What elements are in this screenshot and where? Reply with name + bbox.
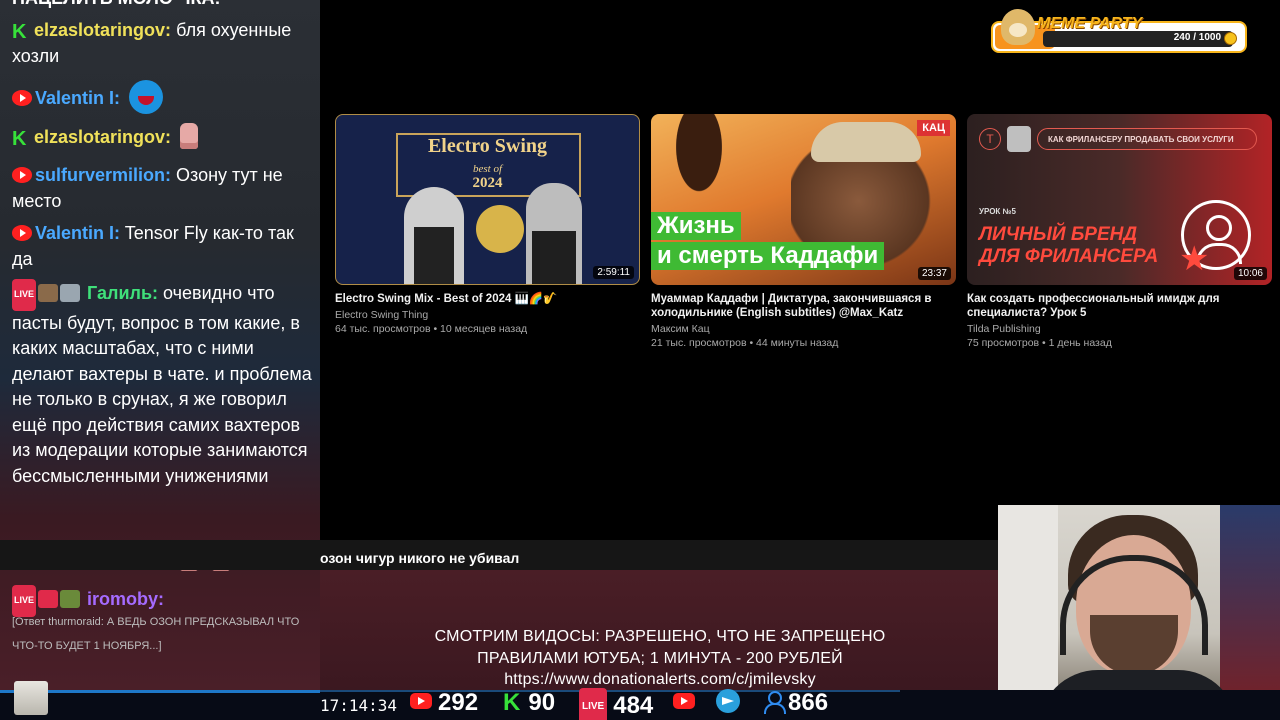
video-channel[interactable]: Tilda Publishing: [967, 323, 1272, 335]
kick-viewer-count: K 90: [503, 688, 555, 718]
youtube-viewers: 292: [438, 689, 479, 716]
video-card[interactable]: Electro Swing best of 2024 2:59:11 Elect…: [335, 114, 640, 335]
chat-username: elzaslotaringov: [34, 20, 166, 40]
thumb-subtitle: best of: [472, 163, 503, 175]
webcam-background: [1220, 505, 1280, 720]
ticker-text: озон чигур никого не убивал: [320, 550, 520, 566]
palm-tree-graphic: [659, 114, 739, 224]
thumb-year: 2024: [472, 175, 503, 191]
badge-icon: [38, 284, 59, 302]
blue-monster-emote-icon: [129, 80, 164, 114]
video-duration: 23:37: [917, 267, 951, 280]
vk-viewer-count: LIVE 484: [579, 688, 653, 720]
thumb-figure: [404, 187, 464, 284]
kick-icon: K: [12, 128, 27, 150]
youtube-icon: [12, 167, 32, 183]
tilda-logo-icon: T: [979, 128, 1001, 150]
gramophone-icon: [476, 205, 524, 253]
chat-reply-quote: [Ответ thurmoraid: А ВЕДЬ ОЗОН ПРЕДСКАЗЫ…: [12, 616, 300, 652]
donation-link: https://www.donationalerts.com/c/jmilevs…: [504, 671, 816, 688]
star-icon: ★: [1179, 240, 1210, 278]
thumb-headline-line: ДЛЯ ФРИЛАНСЕРА: [979, 246, 1159, 267]
meme-party-title: MEME PARTY: [1037, 15, 1143, 32]
pink-pig-emote-icon: [180, 123, 199, 149]
youtube-viewer-count: 292: [410, 688, 478, 718]
kick-icon: K: [12, 21, 27, 43]
badge-icon: [38, 590, 59, 608]
meme-party-progress: 240 / 1000: [1173, 32, 1221, 43]
video-channel[interactable]: Electro Swing Thing: [335, 309, 640, 321]
thumb-banner: и смерть Каддафи: [651, 242, 885, 270]
video-meta: 75 просмотров • 1 день назад: [967, 337, 1112, 349]
chat-username: Valentin I: [35, 88, 115, 108]
thumb-figure: [526, 183, 582, 284]
meme-party-widget: MEME PARTY 240 / 1000: [991, 9, 1247, 53]
badge-icon: [60, 590, 81, 608]
user-icon: [764, 690, 786, 714]
chat-username: elzaslotaringov: [34, 127, 166, 147]
video-meta: 64 тыс. просмотров • 10 месяцев назад: [335, 323, 528, 335]
chat-message: Valentin I: Tensor Fly как-то так да: [12, 223, 294, 269]
video-card[interactable]: КАЦ Жизнь и смерть Каддафи 23:37 Муаммар…: [651, 114, 956, 349]
video-title[interactable]: Как создать профессиональный имидж для с…: [967, 292, 1272, 320]
announcement-line: ПРАВИЛАМИ ЮТУБА; 1 МИНУТА - 200 РУБЛЕЙ: [477, 650, 843, 667]
video-duration: 2:59:11: [593, 266, 634, 279]
chat-username: Галиль: [87, 283, 153, 303]
chat-message: Kelzaslotaringov: бля охуенные хозли: [12, 20, 292, 66]
cat-emote-icon: [14, 681, 48, 715]
video-card[interactable]: T КАК ФРИЛАНСЕРУ ПРОДАВАТЬ СВОИ УСЛУГИ У…: [967, 114, 1272, 349]
video-thumbnail[interactable]: T КАК ФРИЛАНСЕРУ ПРОДАВАТЬ СВОИ УСЛУГИ У…: [967, 114, 1272, 285]
chat-username: sulfurvermilion: [35, 165, 166, 185]
video-title[interactable]: Electro Swing Mix - Best of 2024 🎹🌈🎷: [335, 292, 640, 306]
youtube-shorts-indicator: [673, 688, 701, 718]
announcement-line: СМОТРИМ ВИДОСЫ: РАЗРЕШЕНО, ЧТО НЕ ЗАПРЕЩ…: [434, 628, 886, 645]
video-meta: 21 тыс. просмотров • 44 минуты назад: [651, 337, 839, 349]
chat-panel: НАЦЕЛИТЬ МОЛО ЧКА! Kelzaslotaringov: бля…: [0, 0, 320, 690]
chat-message: Valentin I:: [12, 80, 312, 114]
video-duration: 10:06: [1233, 267, 1267, 280]
video-thumbnail[interactable]: Electro Swing best of 2024 2:59:11: [335, 114, 640, 285]
video-thumbnail[interactable]: КАЦ Жизнь и смерть Каддафи 23:37: [651, 114, 956, 285]
chat-message: LIVE Галиль: очевидно что пасты будут, в…: [12, 279, 312, 489]
vk-live-icon: LIVE: [12, 279, 37, 311]
thumb-tag: КАЦ: [917, 120, 950, 136]
total-viewers: 866: [788, 689, 829, 716]
doge-icon: [1001, 9, 1035, 45]
coin-icon: [1224, 32, 1237, 45]
chat-text: очевидно что пасты будут, вопрос в том к…: [12, 283, 312, 486]
video-channel[interactable]: Максим Кац: [651, 323, 956, 335]
vk-viewers: 484: [613, 692, 654, 719]
kick-viewers: 90: [528, 689, 556, 716]
thumb-hat: [811, 122, 921, 162]
youtube-icon: [12, 225, 32, 241]
chat-cut-message: НАЦЕЛИТЬ МОЛО ЧКА!: [12, 0, 220, 9]
thumb-pill: КАК ФРИЛАНСЕРУ ПРОДАВАТЬ СВОИ УСЛУГИ: [1037, 128, 1257, 150]
video-title[interactable]: Муаммар Каддафи | Диктатура, закончившая…: [651, 292, 956, 320]
stream-clock: 17:14:34: [320, 696, 398, 715]
total-viewer-count: 866: [764, 688, 828, 718]
thumb-banner: Жизнь: [651, 212, 741, 240]
thumb-headline: ЛИЧНЫЙ БРЕНД ДЛЯ ФРИЛАНСЕРА: [979, 224, 1158, 268]
play-icon: [673, 693, 695, 709]
thumb-title: Electro Swing: [427, 135, 548, 157]
thumb-lesson: УРОК №5: [979, 207, 1016, 216]
vk-live-icon: LIVE: [579, 688, 608, 720]
youtube-icon: [12, 90, 32, 106]
kick-icon: K: [503, 689, 521, 716]
telegram-indicator: [716, 688, 740, 718]
webcam-feed: [998, 505, 1280, 720]
badge-icon: [60, 284, 81, 302]
youtube-icon: [410, 693, 432, 709]
telegram-icon: [716, 689, 740, 713]
chat-username: Valentin I: [35, 223, 115, 243]
chat-username: iromoby: [87, 589, 159, 609]
thumb-avatar: [1007, 126, 1031, 152]
stats-bar-accent: [0, 690, 320, 693]
chat-message: sulfurvermilion: Озону тут не место: [12, 165, 283, 211]
webcam-background: [998, 505, 1058, 720]
thumb-headline-line: ЛИЧНЫЙ БРЕНД: [979, 224, 1138, 245]
chat-message: Kelzaslotaringov:: [12, 123, 312, 151]
